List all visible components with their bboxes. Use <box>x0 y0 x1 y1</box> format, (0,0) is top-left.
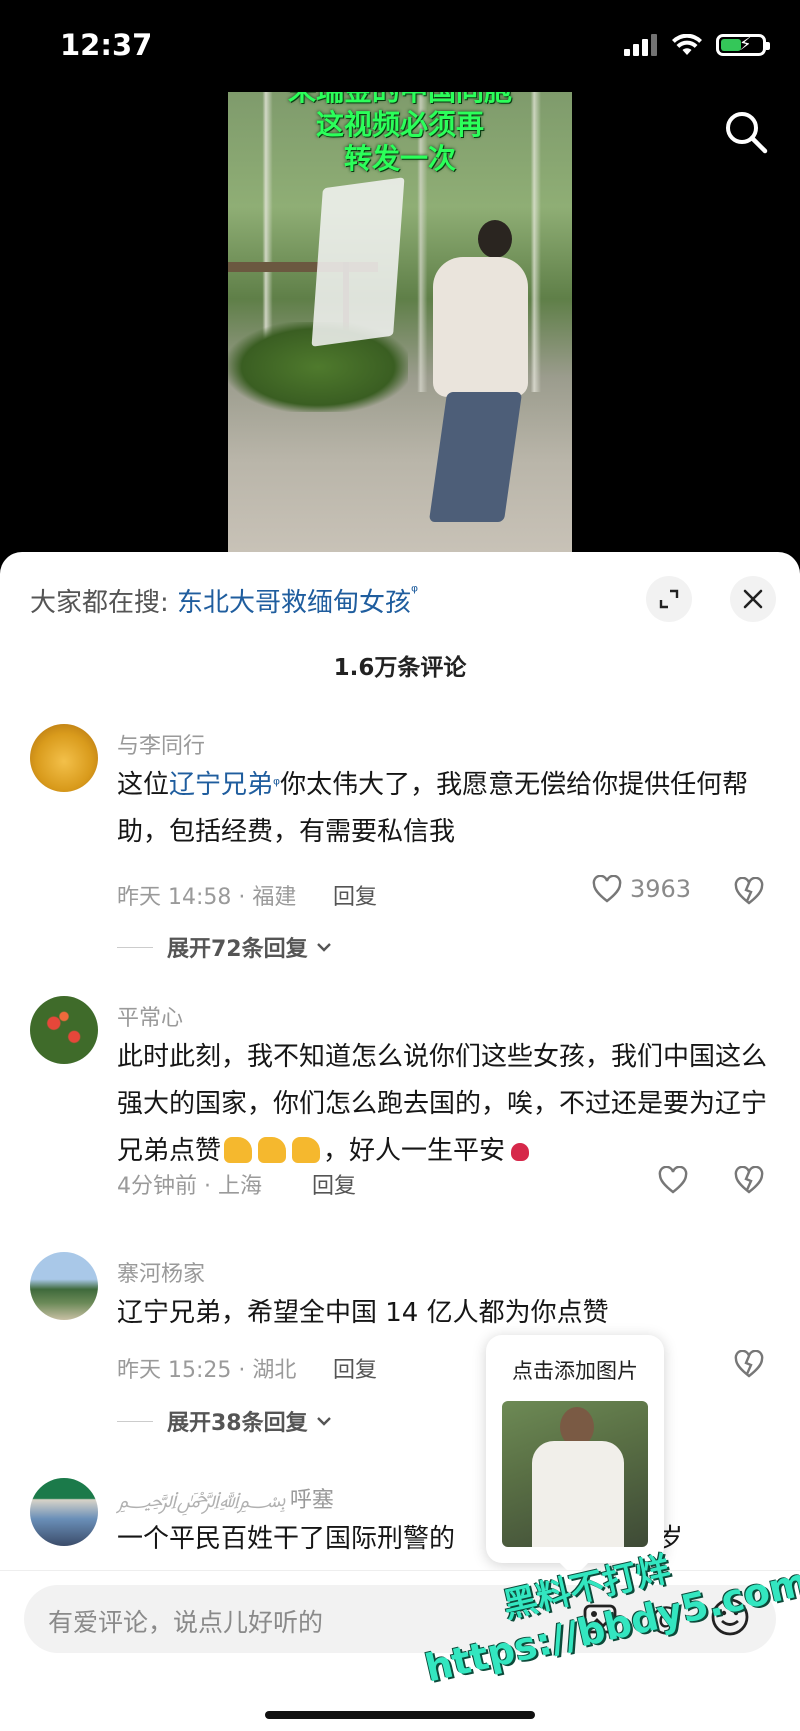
expand-replies-button[interactable]: 展开72条回复 <box>117 931 334 963</box>
comment-username[interactable]: 寨河杨家 <box>117 1256 205 1288</box>
expand-replies-label: 展开38条回复 <box>167 1411 308 1436</box>
arabic-calligraphy-icon: ﷽ <box>117 1488 286 1513</box>
status-icons: ⚡ <box>624 34 770 56</box>
comment-meta: 昨天 15:25 · 湖北 <box>117 1358 297 1383</box>
hot-search-prefix: 大家都在搜: <box>30 588 169 618</box>
avatar[interactable] <box>30 1478 98 1546</box>
divider-line <box>117 1420 153 1422</box>
comment-count: 1.6万条评论 <box>333 655 467 681</box>
comment-text: 辽宁兄弟，希望全中国 14 亿人都为你点赞 <box>117 1298 609 1328</box>
dislike-icon[interactable] <box>734 877 764 905</box>
video-man-body <box>433 257 528 397</box>
search-icon[interactable] <box>722 108 770 156</box>
comment-item: 平常心 此时此刻，我不知道怎么说你们这些女孩，我们中国这么强大的国家，你们怎么跑… <box>0 996 800 1236</box>
comment-input[interactable]: 有爱评论，说点儿好听的 @ <box>24 1585 776 1653</box>
video-man-head <box>478 220 512 258</box>
like-button[interactable]: 3963 <box>592 875 691 903</box>
add-image-label: 点击添加图片 <box>512 1359 638 1383</box>
comment-text: 此时此刻，我不知道怎么说你们这些女孩，我们中国这么强大的国家，你们怎么跑去国的，… <box>117 1034 777 1175</box>
avatar[interactable] <box>30 996 98 1064</box>
reply-button[interactable]: 回复 <box>312 1168 356 1200</box>
comment-username[interactable]: 平常心 <box>117 1000 183 1032</box>
status-bar: 12:37 ⚡ <box>0 0 800 92</box>
comment-item: 与李同行 这位辽宁兄弟ᵠ你太伟大了，我愿意无偿给你提供任何帮助，包括经费，有需要… <box>0 724 800 994</box>
hot-search[interactable]: 大家都在搜: 东北大哥救缅甸女孩ᵠ <box>30 582 418 619</box>
at-icon[interactable]: @ <box>650 1599 682 1637</box>
thumbs-up-icon <box>258 1137 287 1163</box>
reply-button[interactable]: 回复 <box>333 1352 377 1384</box>
expand-button[interactable] <box>646 576 692 622</box>
comment-text-part: ，好人一生平安 <box>323 1136 506 1166</box>
image-icon[interactable] <box>582 1601 618 1637</box>
thumbs-up-icon <box>224 1137 253 1163</box>
like-count: 3963 <box>630 875 692 903</box>
video-caption-line: 这视频必须再 <box>315 108 484 141</box>
smile-icon[interactable] <box>710 1597 750 1637</box>
rose-icon <box>511 1143 530 1161</box>
close-button[interactable] <box>730 576 776 622</box>
video-player[interactable]: 来瑞金的中国同胞 这视频必须再 转发一次 <box>228 92 572 552</box>
comment-text: 一个平民百姓干了国际刑警的弟万岁 <box>117 1516 797 1563</box>
video-man-legs <box>428 392 523 522</box>
comment-text: 这位辽宁兄弟ᵠ你太伟大了，我愿意无偿给你提供任何帮助，包括经费，有需要私信我 <box>117 762 777 856</box>
video-white-sheet <box>311 177 405 347</box>
comment-link[interactable]: 辽宁兄弟 <box>169 770 273 800</box>
chevron-down-icon <box>316 943 331 952</box>
video-caption-line: 来瑞金的中国同胞 <box>228 92 572 108</box>
search-mark-icon: ᵠ <box>411 582 419 602</box>
status-time: 12:37 <box>60 28 153 62</box>
comment-text-part: 这位 <box>117 770 170 800</box>
wifi-icon <box>672 34 702 55</box>
comment-meta: 4分钟前 · 上海 <box>117 1174 262 1199</box>
reply-button[interactable]: 回复 <box>333 879 377 911</box>
comments-panel: 大家都在搜: 东北大哥救缅甸女孩ᵠ 1.6万条评论 与李同行 这位辽宁兄弟ᵠ你太… <box>0 552 800 1731</box>
thumbs-up-icon <box>292 1137 321 1163</box>
divider-line <box>117 946 153 948</box>
comment-item: 寨河杨家 辽宁兄弟，希望全中国 14 亿人都为你点赞 昨天 15:25 · 湖北… <box>0 1252 800 1472</box>
video-caption-line: 转发一次 <box>343 142 456 175</box>
expand-icon <box>659 589 679 609</box>
avatar[interactable] <box>30 1252 98 1320</box>
comment-input-placeholder: 有爱评论，说点儿好听的 <box>48 1608 324 1637</box>
comment-text-part: 一个平民百姓干了国际刑警的 <box>117 1524 456 1554</box>
hot-search-keyword[interactable]: 东北大哥救缅甸女孩 <box>177 588 411 618</box>
bottom-bar: 有爱评论，说点儿好听的 @ <box>0 1571 800 1731</box>
expand-replies-label: 展开72条回复 <box>167 937 308 962</box>
comment-username-text: 呼塞 <box>289 1488 334 1513</box>
add-image-popup[interactable]: 点击添加图片 <box>486 1335 664 1578</box>
comment-meta: 昨天 14:58 · 福建 <box>117 885 297 910</box>
heart-icon <box>592 875 622 903</box>
thumbnail-person-body <box>532 1441 624 1547</box>
dislike-icon[interactable] <box>734 1350 764 1378</box>
suggested-image-thumbnail[interactable] <box>502 1401 648 1547</box>
comment-username[interactable]: 与李同行 <box>117 728 205 760</box>
heart-icon[interactable] <box>658 1166 688 1194</box>
dislike-icon[interactable] <box>734 1166 764 1194</box>
chevron-down-icon <box>316 1417 331 1426</box>
signal-icon <box>624 34 657 56</box>
avatar[interactable] <box>30 724 98 792</box>
expand-replies-button[interactable]: 展开38条回复 <box>117 1405 334 1437</box>
battery-icon: ⚡ <box>716 34 770 56</box>
close-icon <box>743 589 763 609</box>
home-indicator <box>265 1711 535 1719</box>
